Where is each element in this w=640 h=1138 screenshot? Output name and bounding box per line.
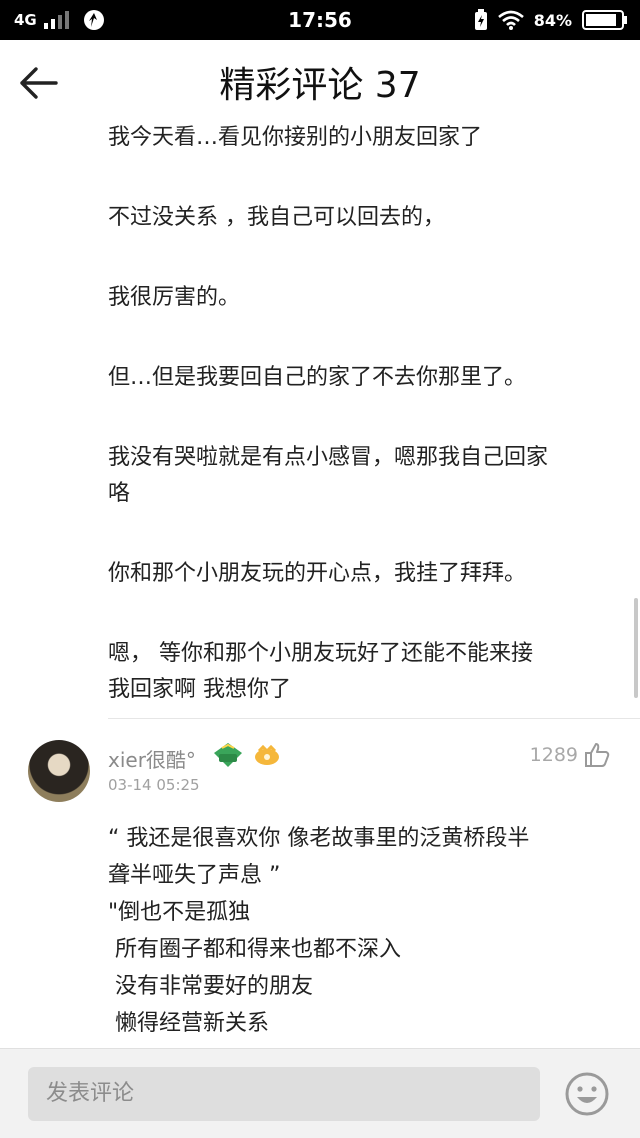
comment-input[interactable]: 发表评论 — [28, 1067, 540, 1121]
text-line: 咯 — [108, 481, 131, 506]
text-line: 懒得经营新关系 — [108, 1011, 269, 1036]
member-badge-icon — [255, 744, 279, 765]
comment-list[interactable]: 我今天看…看见你接别的小朋友回家了 不过没关系 ，我自己可以回去的， 我很厉害的… — [0, 110, 640, 1050]
emoji-icon[interactable] — [564, 1071, 610, 1117]
page-title: 精彩评论 37 — [219, 65, 421, 106]
paragraph: 但…但是我要回自己的家了不去你那里了。 — [108, 360, 610, 396]
paragraph: 嗯， 等你和那个小朋友玩好了还能不能来接 我回家啊 我想你了 — [108, 636, 610, 708]
expanded-comment-text: 我今天看…看见你接别的小朋友回家了 不过没关系 ，我自己可以回去的， 我很厉害的… — [0, 110, 640, 708]
divider — [108, 718, 640, 719]
status-bar: 4G 17:56 84% — [0, 0, 640, 40]
username[interactable]: xier很酷° — [108, 744, 196, 773]
text-line: 没有非常要好的朋友 — [108, 974, 313, 999]
paragraph: 不过没关系 ，我自己可以回去的， — [108, 200, 610, 236]
comment-body: “ 我还是很喜欢你 像老故事里的泛黄桥段半 聋半哑失了声息 ” "倒也不是孤独 … — [108, 820, 618, 1042]
wifi-icon — [497, 10, 524, 30]
thumbs-up-icon — [585, 743, 610, 767]
paragraph: 我很厉害的。 — [108, 280, 610, 316]
text-line: 嗯， 等你和那个小朋友玩好了还能不能来接 — [108, 641, 533, 666]
paragraph: 你和那个小朋友玩的开心点，我挂了拜拜。 — [108, 556, 610, 592]
comment-timestamp: 03-14 05:25 — [108, 776, 200, 794]
charging-icon — [474, 9, 487, 30]
battery-icon — [582, 10, 627, 30]
avatar[interactable] — [28, 740, 90, 802]
text-line: 我回家啊 我想你了 — [108, 677, 291, 702]
text-line: 不过没关系 ，我自己可以回去的， — [108, 205, 445, 230]
paragraph: 我今天看…看见你接别的小朋友回家了 — [108, 120, 610, 156]
paragraph: 我没有哭啦就是有点小感冒，嗯那我自己回家 咯 — [108, 440, 610, 512]
like-button[interactable]: 1289 — [530, 742, 610, 768]
text-line: 聋半哑失了声息 ” — [108, 863, 281, 888]
user-badges — [213, 742, 281, 768]
battery-percent: 84% — [533, 10, 572, 30]
text-line: “ 我还是很喜欢你 像老故事里的泛黄桥段半 — [108, 826, 530, 851]
level-badge-icon — [214, 743, 242, 767]
text-line: 你和那个小朋友玩的开心点，我挂了拜拜。 — [108, 561, 527, 586]
text-line: 所有圈子都和得来也都不深入 — [108, 937, 401, 962]
text-line: 我今天看…看见你接别的小朋友回家了 — [108, 125, 483, 150]
scrollbar[interactable] — [634, 598, 638, 698]
like-count: 1289 — [529, 744, 578, 766]
text-line: 但…但是我要回自己的家了不去你那里了。 — [108, 365, 527, 390]
status-right: 84% — [474, 0, 628, 40]
text-line: 我很厉害的。 — [108, 285, 241, 310]
text-line: 我没有哭啦就是有点小感冒，嗯那我自己回家 — [108, 445, 549, 470]
comment-input-bar: 发表评论 — [0, 1048, 640, 1138]
text-line: "倒也不是孤独 — [108, 900, 251, 925]
